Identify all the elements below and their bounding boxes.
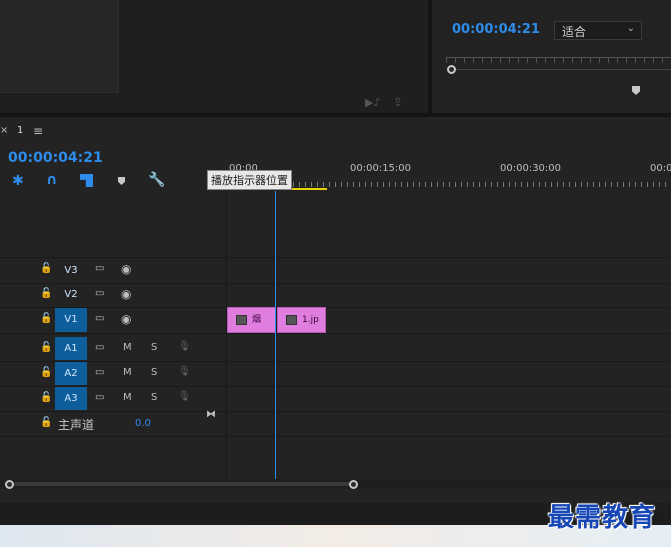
chevron-down-icon: ⌄ bbox=[626, 23, 635, 34]
microphone-icon[interactable]: 🎙 bbox=[178, 366, 191, 377]
scroll-handle-left[interactable] bbox=[5, 480, 14, 489]
solo-button[interactable]: S bbox=[151, 367, 157, 378]
ruler-ticks bbox=[227, 182, 671, 187]
mute-button[interactable]: M bbox=[123, 342, 132, 353]
track-row-v1: 🔓 V1 ▭ ◉ bbox=[0, 308, 671, 334]
clip[interactable]: 烟 bbox=[227, 307, 276, 333]
mute-button[interactable]: M bbox=[123, 367, 132, 378]
track-target-a1[interactable]: A1 bbox=[55, 337, 87, 360]
close-tab-icon[interactable]: × bbox=[0, 125, 8, 136]
lock-icon[interactable]: 🔓 bbox=[40, 288, 52, 299]
lock-icon[interactable]: 🔓 bbox=[40, 342, 52, 353]
track-row-v3: 🔓 V3 ▭ ◉ bbox=[0, 257, 671, 284]
fx-icon bbox=[236, 314, 247, 325]
eye-icon[interactable]: ◉ bbox=[121, 287, 131, 301]
program-zoom-handle[interactable] bbox=[447, 65, 456, 74]
track-row-master: 🔓 主声道 0.0 ⧓ bbox=[0, 409, 671, 437]
ruler-label: 00:00:30:00 bbox=[500, 163, 562, 174]
playhead-tooltip: 播放指示器位置 bbox=[207, 170, 292, 190]
time-ruler[interactable]: 00:00 00:00:15:00 00:00:30:00 00:0 bbox=[227, 157, 671, 191]
scroll-handle-right[interactable] bbox=[349, 480, 358, 489]
fx-icon bbox=[286, 314, 297, 325]
clip-label: 烟 bbox=[252, 315, 262, 325]
ruler-label: 00:0 bbox=[650, 163, 671, 174]
program-zoom-track[interactable] bbox=[456, 69, 671, 70]
sync-lock-icon[interactable]: ▭ bbox=[95, 367, 104, 378]
lock-icon[interactable]: 🔓 bbox=[40, 367, 52, 378]
lock-icon[interactable]: 🔓 bbox=[40, 313, 52, 324]
program-ruler-ticks bbox=[446, 57, 671, 63]
track-target-v2[interactable]: V2 bbox=[55, 283, 87, 306]
tab-sequence-1[interactable]: 1 bbox=[17, 125, 23, 136]
solo-button[interactable]: S bbox=[151, 342, 157, 353]
sync-lock-icon[interactable]: ▭ bbox=[95, 288, 104, 299]
insert-icon[interactable]: ⇪ bbox=[393, 95, 403, 109]
wrench-icon[interactable]: 🔧 bbox=[148, 172, 165, 188]
sync-lock-icon[interactable]: ▭ bbox=[95, 392, 104, 403]
sync-lock-icon[interactable]: ▭ bbox=[95, 342, 104, 353]
lock-icon[interactable]: 🔓 bbox=[40, 263, 52, 274]
bowtie-icon[interactable]: ⧓ bbox=[206, 409, 216, 420]
clip-label: 1.jp bbox=[302, 315, 319, 325]
track-target-a2[interactable]: A2 bbox=[55, 362, 87, 385]
track-target-v3[interactable]: V3 bbox=[55, 259, 87, 282]
lock-icon[interactable]: 🔓 bbox=[40, 392, 52, 403]
nest-sequence-icon[interactable]: ✱ bbox=[12, 173, 24, 189]
scroll-thumb[interactable] bbox=[14, 482, 350, 486]
lock-icon[interactable]: 🔓 bbox=[40, 417, 52, 428]
track-target-a3[interactable]: A3 bbox=[55, 387, 87, 410]
mute-button[interactable]: M bbox=[123, 392, 132, 403]
timeline-area-divider bbox=[226, 191, 227, 481]
clip[interactable]: 1.jp bbox=[277, 307, 326, 333]
add-marker-icon[interactable] bbox=[118, 177, 125, 185]
snap-magnet-icon[interactable]: ∩ bbox=[46, 172, 57, 188]
fit-select-value: 适合 bbox=[562, 25, 587, 39]
horizontal-scrollbar[interactable] bbox=[0, 479, 671, 489]
master-volume-value[interactable]: 0.0 bbox=[135, 418, 151, 429]
track-row-a1: 🔓 A1 ▭ M S 🎙 bbox=[0, 337, 671, 362]
watermark-logo: 最需教育 bbox=[548, 503, 657, 533]
source-monitor: ▶♪ ⇪ bbox=[0, 0, 428, 113]
sync-lock-icon[interactable]: ▭ bbox=[95, 313, 104, 324]
track-target-v1[interactable]: V1 bbox=[55, 308, 87, 332]
fit-select[interactable]: 适合 ⌄ bbox=[554, 21, 642, 40]
program-monitor: 00:00:04:21 适合 ⌄ bbox=[432, 0, 671, 113]
timeline-timecode[interactable]: 00:00:04:21 bbox=[8, 150, 103, 166]
program-timecode[interactable]: 00:00:04:21 bbox=[452, 22, 540, 37]
linked-selection-icon[interactable] bbox=[80, 174, 93, 187]
microphone-icon[interactable]: 🎙 bbox=[178, 391, 191, 402]
source-monitor-video bbox=[0, 0, 119, 93]
sync-lock-icon[interactable]: ▭ bbox=[95, 263, 104, 274]
marker-icon[interactable] bbox=[632, 86, 640, 95]
playhead-line[interactable] bbox=[275, 191, 276, 481]
timeline-panel: × 1 ≡ 00:00:04:21 ✱ ∩ 🔧 00:00 00:00:15:0… bbox=[0, 117, 671, 503]
ruler-label: 00:00:15:00 bbox=[350, 163, 412, 174]
microphone-icon[interactable]: 🎙 bbox=[178, 341, 191, 352]
solo-button[interactable]: S bbox=[151, 392, 157, 403]
panel-menu-icon[interactable]: ≡ bbox=[33, 124, 43, 138]
export-frame-icon[interactable]: ▶♪ bbox=[365, 96, 380, 109]
track-row-a2: 🔓 A2 ▭ M S 🎙 bbox=[0, 362, 671, 387]
eye-icon[interactable]: ◉ bbox=[121, 262, 131, 276]
track-row-a3: 🔓 A3 ▭ M S 🎙 bbox=[0, 387, 671, 412]
master-track-label: 主声道 bbox=[58, 418, 95, 432]
eye-icon[interactable]: ◉ bbox=[121, 312, 131, 326]
track-row-v2: 🔓 V2 ▭ ◉ bbox=[0, 283, 671, 308]
